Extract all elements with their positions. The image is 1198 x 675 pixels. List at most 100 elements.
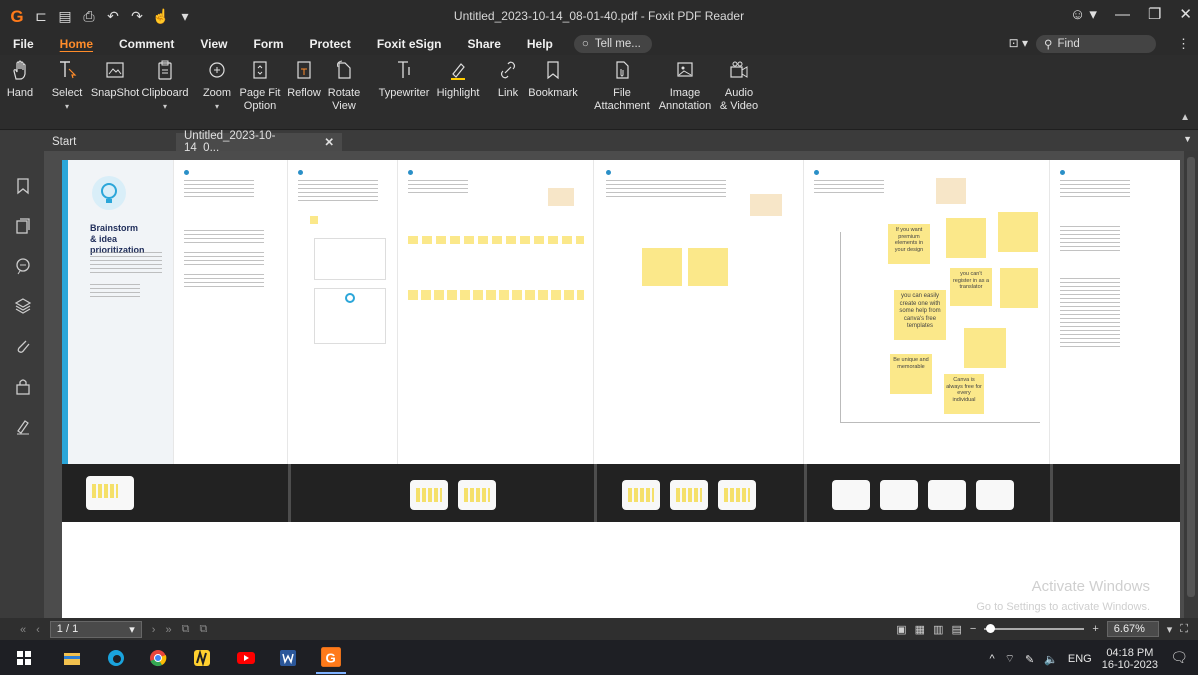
small-sticky (310, 216, 318, 224)
menu-home[interactable]: Home (47, 37, 106, 51)
zoom-button[interactable]: Zoom ▾ (202, 59, 232, 113)
language-indicator[interactable]: ENG (1068, 653, 1092, 665)
close-tab-icon[interactable]: ✕ (324, 135, 334, 149)
menu-form[interactable]: Form (241, 37, 297, 51)
zoom-slider[interactable] (984, 624, 1085, 633)
customize-dropdown-icon[interactable]: ▾ (176, 8, 194, 26)
menu-help[interactable]: Help (514, 37, 566, 51)
hand-tool-button[interactable]: Hand (5, 59, 35, 100)
search-icon: ⚲ (1044, 39, 1053, 51)
status-bar: « ‹ 1 / 1 ▾ › » ⧉ ⧉ ▣ ▦ ▥ ▤ − + 6.67% ▾ ⛶ (0, 618, 1198, 640)
rotate-view-button[interactable]: Rotate View (326, 59, 362, 113)
page-fit-option-button[interactable]: Page Fit Option (238, 59, 282, 113)
comments-panel-icon[interactable] (14, 257, 32, 275)
link-button[interactable]: Link (494, 59, 522, 100)
file-attachment-button[interactable]: File Attachment (592, 59, 652, 113)
tab-document[interactable]: Untitled_2023-10-14_0... ✕ (176, 130, 342, 154)
reflow-button[interactable]: Reflow (286, 59, 322, 100)
zoom-dropdown-icon[interactable]: ▾ (1167, 623, 1173, 636)
tab-list-dropdown-icon[interactable]: ▼ (1183, 134, 1192, 144)
clock[interactable]: 04:18 PM 16-10-2023 (1102, 647, 1158, 671)
hand-tool-icon[interactable]: ☝ (152, 8, 170, 26)
edge-browser-icon[interactable] (106, 648, 126, 668)
facing-page-icon[interactable]: ▥ (933, 623, 943, 636)
show-hidden-icons-icon[interactable]: ^ (989, 653, 994, 665)
next-page-icon[interactable]: › (152, 624, 156, 636)
page-dropdown-icon[interactable]: ▾ (129, 623, 135, 636)
typewriter-button[interactable]: Typewriter (374, 59, 434, 100)
menu-view[interactable]: View (187, 37, 240, 51)
foxit-reader-taskbar-icon[interactable]: G (320, 646, 342, 668)
restore-button[interactable]: ❐ (1148, 5, 1161, 23)
vertical-scrollbar[interactable] (1184, 151, 1198, 618)
print-icon[interactable]: ⎙ (80, 8, 98, 26)
snapshot-button[interactable]: SnapShot (90, 59, 140, 100)
menu-file[interactable]: File (0, 37, 47, 51)
redo-icon[interactable]: ↷ (128, 8, 146, 26)
file-explorer-icon[interactable] (62, 648, 82, 668)
tab-start[interactable]: Start (44, 133, 84, 151)
attachments-panel-icon[interactable] (14, 337, 32, 355)
open-icon[interactable]: ⊏ (32, 8, 50, 26)
chrome-browser-icon[interactable] (148, 648, 168, 668)
signature-panel-icon[interactable] (14, 417, 32, 435)
close-button[interactable]: ✕ (1179, 5, 1192, 23)
next-view-icon[interactable]: ⧉ (199, 623, 207, 636)
miro-app-icon[interactable] (192, 648, 212, 668)
windows-start-icon[interactable] (14, 648, 34, 668)
more-options-icon[interactable]: ⋮ (1177, 36, 1190, 52)
thumb-c (622, 480, 660, 510)
bookmark-panel-icon[interactable] (14, 177, 32, 195)
clipboard-button[interactable]: Clipboard ▾ (141, 59, 189, 113)
continuous-page-icon[interactable]: ▦ (915, 623, 925, 636)
notifications-icon[interactable]: 🗨 (1170, 649, 1188, 666)
lightbulb-icon: ○ (581, 38, 589, 50)
menu-foxit-esign[interactable]: Foxit eSign (364, 37, 455, 51)
collapse-ribbon-icon[interactable]: ▲ (1180, 112, 1190, 123)
layers-panel-icon[interactable] (14, 297, 32, 315)
thumb-dots (724, 488, 750, 502)
network-icon[interactable]: ⌔ (1005, 652, 1015, 666)
image-annotation-button[interactable]: Image Annotation (656, 59, 714, 113)
find-label: Find (1057, 38, 1080, 50)
clipboard-dropdown-icon[interactable]: ▾ (163, 100, 167, 113)
view-mode-dropdown[interactable]: ⊡ ▾ (1009, 36, 1028, 50)
menu-share[interactable]: Share (455, 37, 514, 51)
pen-icon[interactable]: ✎ (1025, 653, 1034, 666)
zoom-icon (209, 62, 225, 78)
previous-page-icon[interactable]: ‹ (36, 624, 40, 636)
bookmark-button[interactable]: Bookmark (526, 59, 580, 100)
menu-comment[interactable]: Comment (106, 37, 187, 51)
audio-video-button[interactable]: Audio & Video (716, 59, 762, 113)
menu-protect[interactable]: Protect (297, 37, 364, 51)
first-page-icon[interactable]: « (20, 624, 26, 636)
word-app-icon[interactable] (278, 648, 298, 668)
zoom-dropdown-icon[interactable]: ▾ (215, 100, 219, 113)
highlight-button[interactable]: Highlight (436, 59, 480, 100)
tell-me-box[interactable]: ○ Tell me... (573, 35, 652, 53)
zoom-in-icon[interactable]: + (1092, 623, 1098, 635)
select-tool-button[interactable]: Select ▾ (50, 59, 84, 113)
previous-view-icon[interactable]: ⧉ (182, 623, 190, 636)
last-page-icon[interactable]: » (165, 624, 171, 636)
page-number-field[interactable]: 1 / 1 ▾ (49, 621, 142, 638)
fullscreen-icon[interactable]: ⛶ (1180, 623, 1188, 636)
account-icon[interactable]: ☺ ▾ (1070, 5, 1097, 23)
find-box[interactable]: ⚲ Find (1036, 35, 1156, 53)
volume-icon[interactable]: 🔈 (1044, 653, 1058, 666)
after-list-b (1060, 278, 1120, 348)
minimize-button[interactable]: — (1115, 6, 1130, 23)
save-icon[interactable]: ▤ (56, 8, 74, 26)
security-panel-icon[interactable] (14, 377, 32, 395)
zoom-slider-knob[interactable] (986, 624, 996, 633)
document-viewport[interactable]: Brainstorm & idea prioritization If you … (44, 151, 1184, 618)
scroll-thumb[interactable] (1187, 157, 1195, 597)
single-page-icon[interactable]: ▣ (896, 623, 906, 636)
select-dropdown-icon[interactable]: ▾ (65, 100, 69, 113)
continuous-facing-icon[interactable]: ▤ (951, 623, 961, 636)
zoom-out-icon[interactable]: − (970, 623, 976, 635)
pages-panel-icon[interactable] (14, 217, 32, 235)
zoom-level-field[interactable]: 6.67% (1106, 621, 1159, 637)
youtube-icon[interactable] (236, 648, 256, 668)
undo-icon[interactable]: ↶ (104, 8, 122, 26)
